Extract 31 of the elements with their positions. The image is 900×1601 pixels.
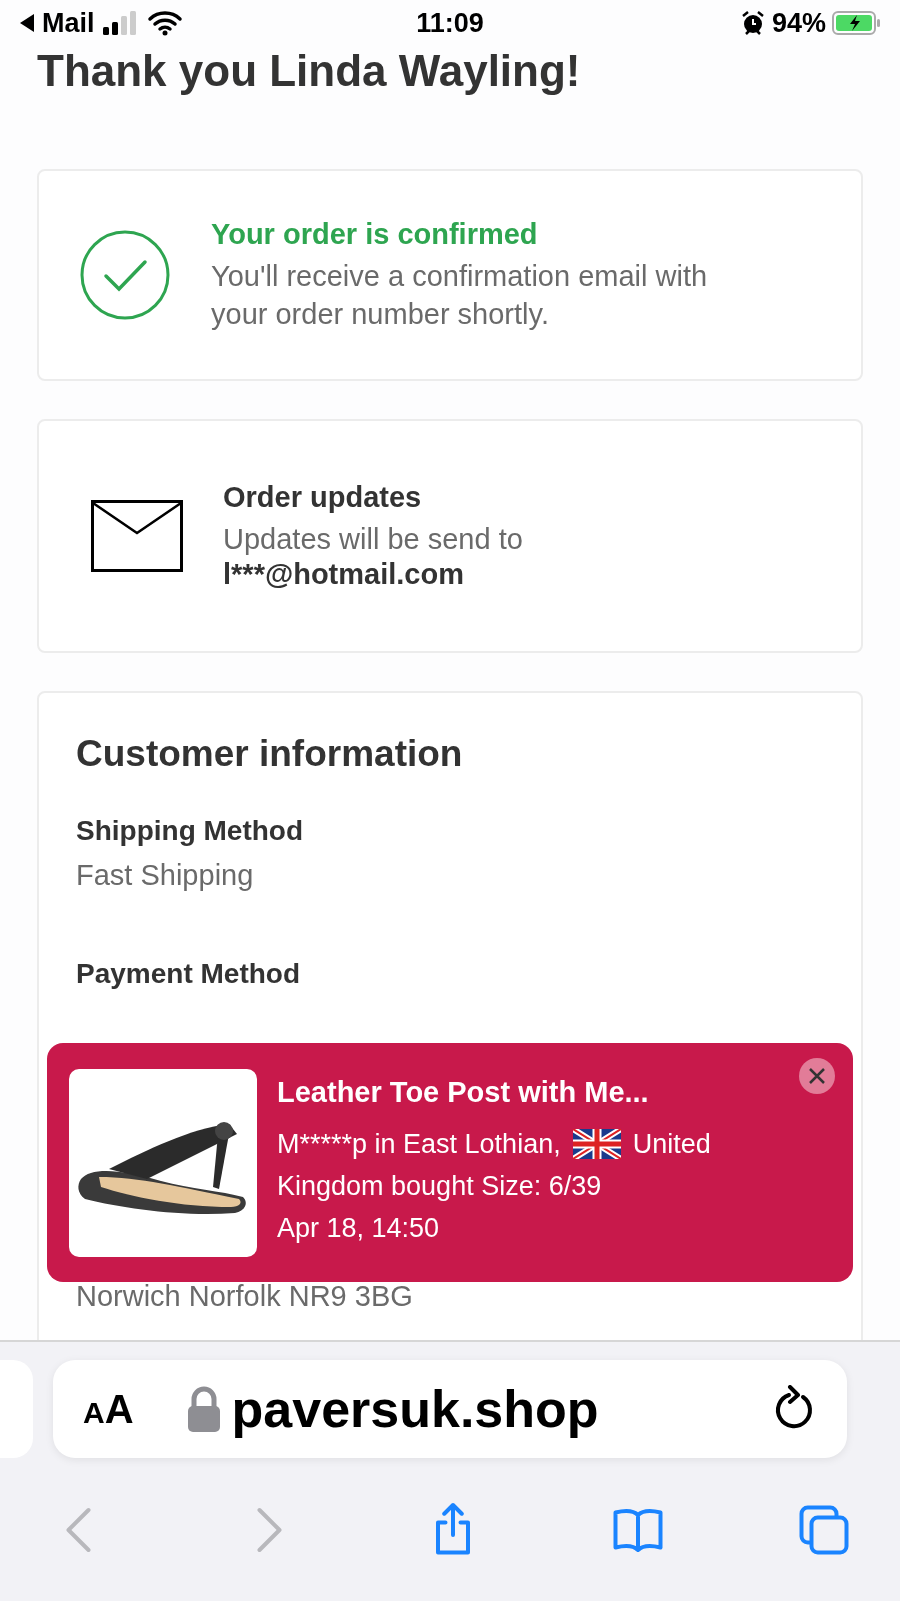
- lock-icon: [185, 1385, 222, 1433]
- battery-icon: [832, 10, 882, 36]
- text-size-button[interactable]: AA: [83, 1386, 134, 1432]
- country-text: United: [632, 1129, 711, 1159]
- close-button[interactable]: [799, 1058, 835, 1094]
- wifi-icon: [146, 10, 183, 36]
- battery-percent: 94%: [771, 7, 826, 39]
- email-address: l***@hotmail.com: [223, 558, 465, 591]
- order-updates-message: Updates will be send to: [223, 522, 523, 557]
- field-value: Norwich Norfolk NR9 3BG: [76, 1280, 414, 1313]
- confirmation-title: Your order is confirmed: [211, 217, 539, 251]
- clock-time: 11:09: [416, 7, 484, 39]
- product-title: Leather Toe Post with Me...: [277, 1076, 650, 1109]
- customer-information-title: Customer information: [76, 733, 464, 775]
- purchase-message: Kingdom bought Size: 6/39: [277, 1170, 603, 1203]
- envelope-icon: [91, 500, 183, 572]
- purchase-time: Apr 18, 14:50: [277, 1212, 441, 1245]
- url-text: paversuk.shop: [231, 1379, 599, 1439]
- flag-icon: [572, 1129, 621, 1159]
- field-label: Payment Method: [76, 958, 302, 990]
- checkmark-circle-icon: [79, 229, 171, 321]
- address-bar[interactable]: AA paversuk.shop: [53, 1360, 847, 1458]
- confirmation-message: You'll receive a confirmation email with your order number shortly.: [211, 258, 709, 332]
- buyer-location: M*****p in East Lothian,: [277, 1129, 561, 1159]
- back-arrow-icon: [18, 13, 36, 33]
- page-heading: Thank you Linda Wayling!: [37, 46, 582, 96]
- close-icon: [808, 1067, 826, 1085]
- back-to-app-link[interactable]: Mail: [42, 7, 95, 39]
- field-label: Shipping Method: [76, 815, 305, 847]
- field-value: Fast Shipping: [76, 859, 255, 892]
- order-updates-title: Order updates: [223, 481, 423, 514]
